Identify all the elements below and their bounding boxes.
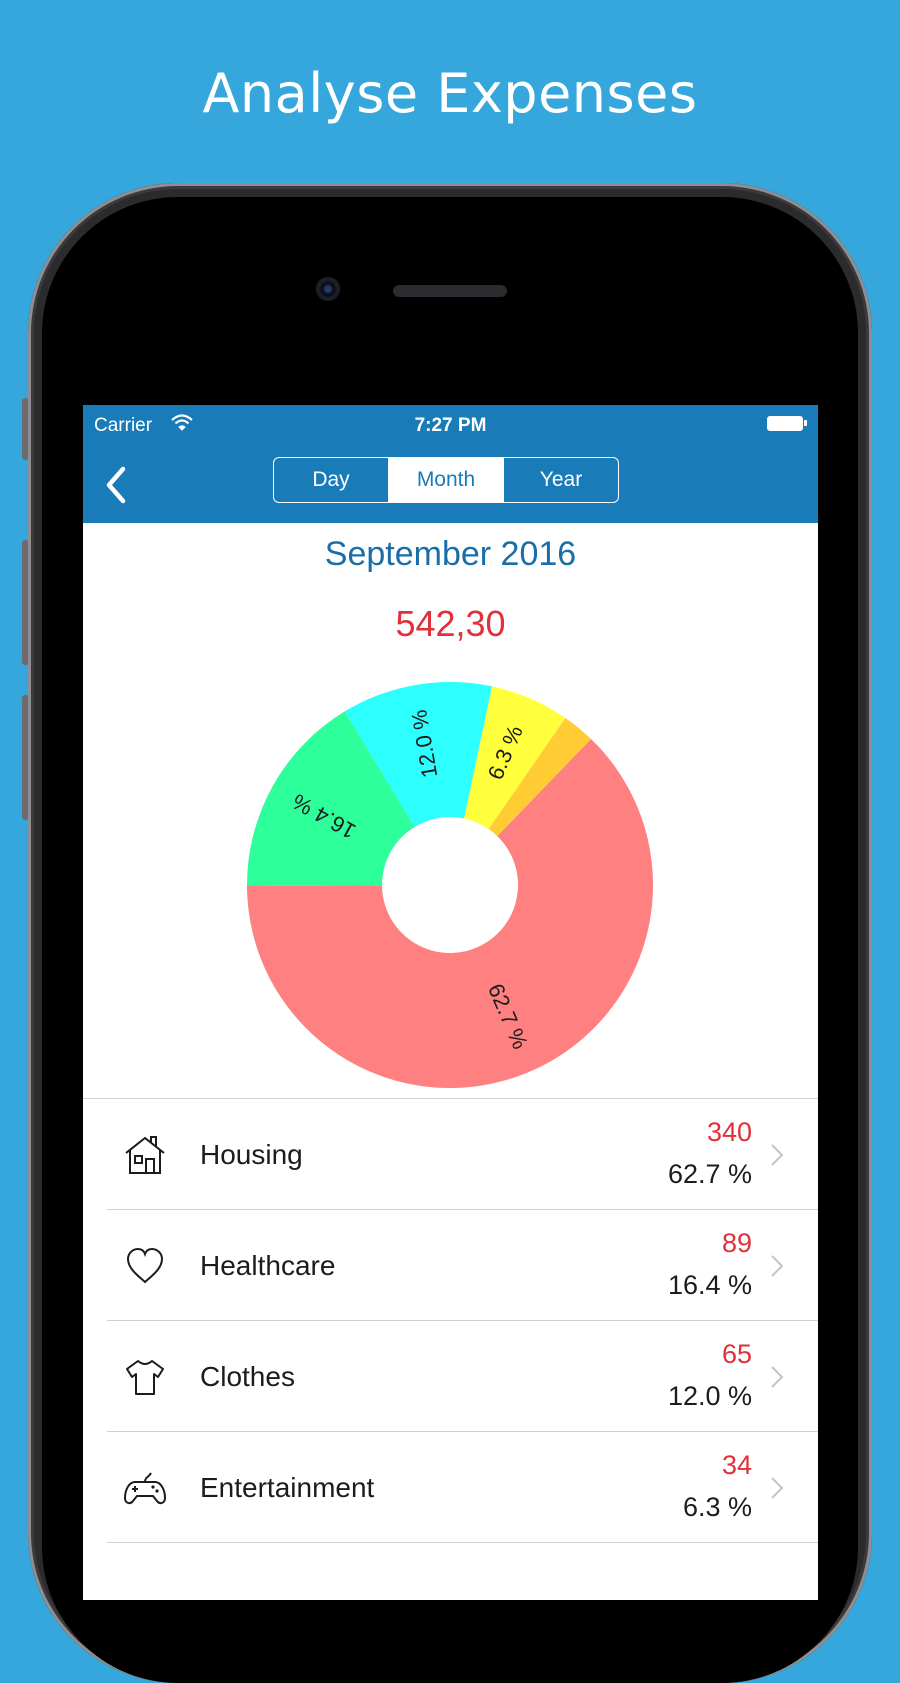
category-percent: 16.4 % [667, 1270, 752, 1300]
category-name: Housing [200, 1139, 303, 1170]
category-row-housing[interactable]: Housing 340 62.7 % [107, 1099, 818, 1210]
period-title: September 2016 [324, 535, 577, 573]
battery-icon [767, 416, 807, 431]
chevron-right-icon [771, 1255, 784, 1277]
category-row-healthcare[interactable]: Healthcare 89 16.4 % [107, 1210, 818, 1321]
house-icon [125, 1136, 165, 1174]
category-name: Healthcare [200, 1250, 336, 1281]
total-amount: 542,30 [395, 603, 506, 644]
category-amount: 65 [721, 1339, 752, 1369]
category-percent: 6.3 % [682, 1492, 752, 1522]
front-camera [316, 277, 340, 301]
category-amount: 89 [721, 1228, 752, 1258]
status-bar: Carrier 7:27 PM [83, 405, 818, 447]
nav-bar: Day Month Year [83, 447, 818, 523]
category-row-entertainment[interactable]: Entertainment 34 6.3 % [107, 1432, 818, 1543]
back-chevron-icon[interactable] [101, 465, 131, 505]
expense-donut-chart: 62.7 %16.4 %12.0 % 6.3 % [247, 682, 653, 1088]
category-percent: 12.0 % [667, 1381, 752, 1411]
earpiece-speaker [393, 285, 507, 297]
period-segmented-control: Day Month Year [273, 457, 619, 503]
category-name: Entertainment [200, 1472, 375, 1503]
gamepad-icon [124, 1472, 166, 1505]
chevron-right-icon [771, 1366, 784, 1388]
chevron-right-icon [771, 1477, 784, 1499]
category-amount: 340 [706, 1117, 752, 1147]
app-screen: Carrier 7:27 PM Day Month Year September… [83, 405, 818, 1600]
status-time: 7:27 PM [414, 415, 487, 436]
segment-year[interactable]: Year [504, 458, 618, 502]
chevron-right-icon [771, 1144, 784, 1166]
category-row-clothes[interactable]: Clothes 65 12.0 % [107, 1321, 818, 1432]
heart-icon [126, 1247, 164, 1284]
segment-month[interactable]: Month [389, 458, 504, 502]
category-name: Clothes [200, 1361, 295, 1392]
category-percent: 62.7 % [667, 1159, 752, 1189]
tshirt-icon [126, 1360, 164, 1395]
category-amount: 34 [721, 1450, 752, 1480]
headline: Analyse Expenses [202, 62, 698, 125]
segment-day[interactable]: Day [274, 458, 389, 502]
